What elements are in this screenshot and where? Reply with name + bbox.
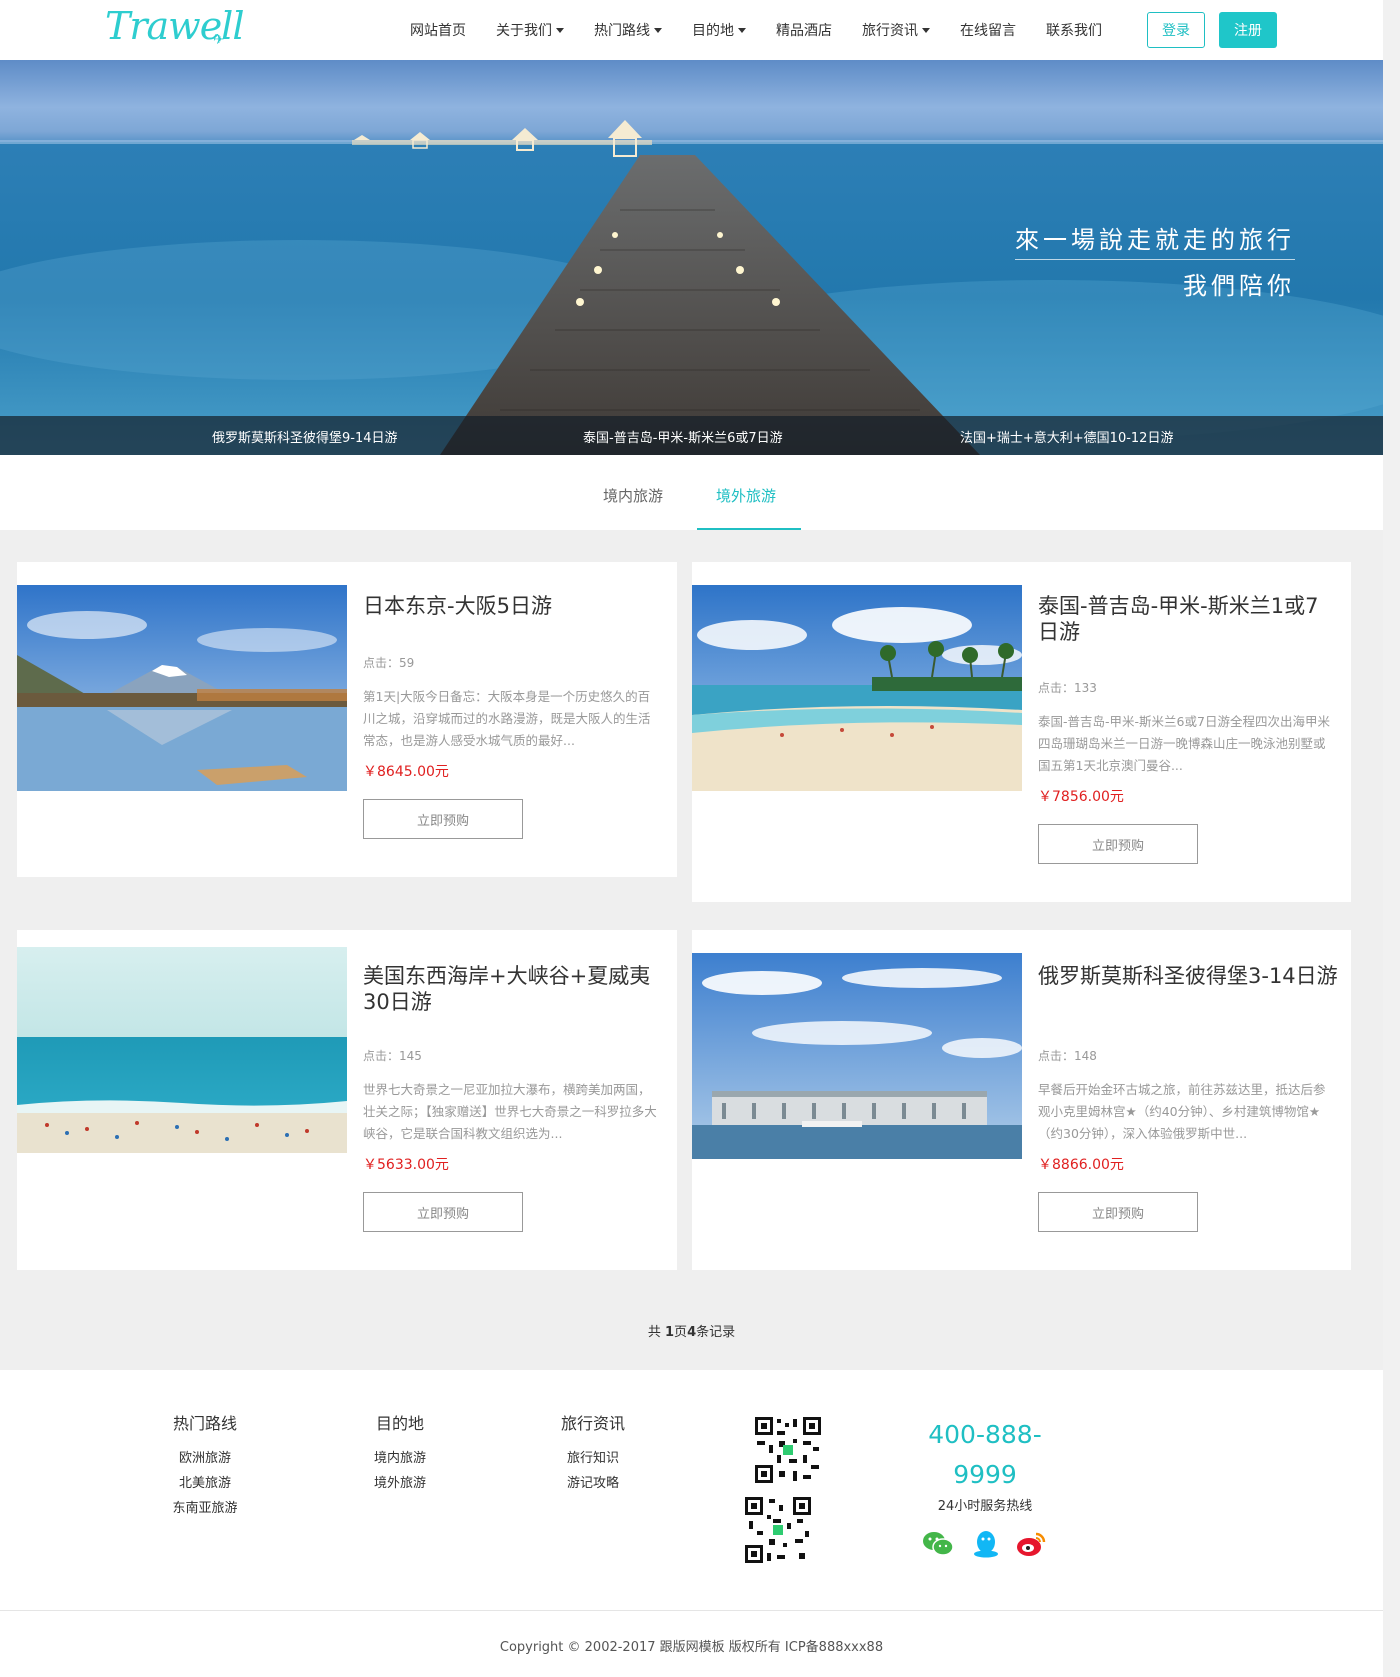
book-now-button[interactable]: 立即预购 <box>363 1192 523 1232</box>
tab-domestic-travel[interactable]: 境内旅游 <box>603 485 663 506</box>
category-tabs: 境内旅游 境外旅游 <box>0 455 1383 530</box>
product-title[interactable]: 日本东京-大阪5日游 <box>363 593 663 619</box>
copyright-text: Copyright © 2002-2017 跟版网模板 版权所有 ICP备888… <box>499 1640 884 1655</box>
product-card: 美国东西海岸+大峡谷+夏威夷30日游 点击：145 世界七大奇景之一尼亚加拉大瀑… <box>17 930 677 1270</box>
caret-down-icon <box>654 27 662 33</box>
register-button[interactable]: 注册 <box>1219 12 1277 48</box>
product-card: 泰国-普吉岛-甲米-斯米兰1或7日游 点击：133 泰国-普吉岛-甲米-斯米兰6… <box>692 562 1351 902</box>
product-clicks: 点击：145 <box>363 1049 422 1063</box>
page-scrollbar[interactable] <box>1383 0 1400 1677</box>
hero-caption-link[interactable]: 俄罗斯莫斯科圣彼得堡9-14日游 <box>212 427 398 446</box>
nav-label: 网站首页 <box>410 23 466 39</box>
product-title[interactable]: 美国东西海岸+大峡谷+夏威夷30日游 <box>363 963 663 1015</box>
product-description: 世界七大奇景之一尼亚加拉大瀑布，横跨美加两国，壮关之际；【独家赠送】世界七大奇景… <box>363 1082 657 1141</box>
nav-item-hotels[interactable]: 精品酒店 <box>776 20 832 40</box>
product-clicks: 点击：59 <box>363 656 415 670</box>
product-title[interactable]: 泰国-普吉岛-甲米-斯米兰1或7日游 <box>1038 593 1338 645</box>
site-footer: 热门路线 欧洲旅游 北美旅游 东南亚旅游 目的地 境内旅游 境外旅游 旅行资讯 … <box>0 1370 1383 1610</box>
nav-label: 旅行资讯 <box>862 23 918 39</box>
qq-icon[interactable] <box>970 1530 1002 1558</box>
product-card: 日本东京-大阪5日游 点击：59 第1天|大阪今日备忘：大阪本身是一个历史悠久的… <box>17 562 677 877</box>
weibo-icon[interactable] <box>1016 1530 1048 1558</box>
footer-link[interactable]: 东南亚旅游 <box>160 1496 250 1521</box>
product-price: ￥5633.00元 <box>363 1157 449 1173</box>
pager-record-count: 4 <box>687 1325 697 1340</box>
nav-label: 关于我们 <box>496 23 552 39</box>
tab-overseas-travel[interactable]: 境外旅游 <box>716 485 776 506</box>
nav-item-messages[interactable]: 在线留言 <box>960 20 1016 40</box>
nav-item-contact[interactable]: 联系我们 <box>1046 20 1102 40</box>
nav-label: 在线留言 <box>960 23 1016 39</box>
pager-page-count: 1 <box>665 1325 675 1340</box>
footer-column-destinations: 目的地 境内旅游 境外旅游 <box>355 1410 445 1496</box>
product-image-beach[interactable] <box>692 585 1022 791</box>
hero-caption-link[interactable]: 泰国-普吉岛-甲米-斯米兰6或7日游 <box>583 427 783 446</box>
book-now-button[interactable]: 立即预购 <box>1038 824 1198 864</box>
pagination-summary: 共 1页4条记录 <box>0 1321 1383 1340</box>
nav-item-destinations[interactable]: 目的地 <box>692 20 746 40</box>
main-nav: 网站首页 关于我们 热门路线 目的地 精品酒店 旅行资讯 在线留言 联系我们 <box>410 0 1132 60</box>
footer-column-title: 目的地 <box>375 1414 424 1433</box>
nav-item-routes[interactable]: 热门路线 <box>594 20 662 40</box>
wechat-icon[interactable] <box>922 1530 954 1558</box>
pager-suffix: 条记录 <box>696 1325 736 1340</box>
product-clicks: 点击：133 <box>1038 681 1097 695</box>
nav-item-about[interactable]: 关于我们 <box>496 20 564 40</box>
product-image-fuji[interactable] <box>17 585 347 791</box>
product-card: 俄罗斯莫斯科圣彼得堡3-14日游 点击：148 早餐后开始金环古城之旅，前往苏兹… <box>692 930 1351 1270</box>
product-price: ￥7856.00元 <box>1038 789 1124 805</box>
airplane-icon: ✈ <box>213 32 225 48</box>
hero-slogan-line2: 我們陪你 <box>1183 272 1295 300</box>
product-clicks: 点击：148 <box>1038 1049 1097 1063</box>
site-header: Trawell ✈ 网站首页 关于我们 热门路线 目的地 精品酒店 旅行资讯 在… <box>0 0 1383 60</box>
product-price: ￥8866.00元 <box>1038 1157 1124 1173</box>
caret-down-icon <box>556 27 564 33</box>
login-button[interactable]: 登录 <box>1147 12 1205 48</box>
hero-slogan-line1: 來一場說走就走的旅行 <box>1015 220 1295 260</box>
nav-item-news[interactable]: 旅行资讯 <box>862 20 930 40</box>
product-image-palace[interactable] <box>692 953 1022 1159</box>
pager-mid: 页 <box>674 1325 688 1340</box>
footer-column-routes: 热门路线 欧洲旅游 北美旅游 东南亚旅游 <box>160 1410 250 1521</box>
footer-column-title: 热门路线 <box>172 1414 237 1433</box>
footer-link[interactable]: 北美旅游 <box>160 1471 250 1496</box>
qr-code-icon <box>753 1415 823 1485</box>
product-description: 早餐后开始金环古城之旅，前往苏兹达里，抵达后参观小克里姆林宫★（约40分钟）、乡… <box>1038 1082 1326 1141</box>
product-list-section: 日本东京-大阪5日游 点击：59 第1天|大阪今日备忘：大阪本身是一个历史悠久的… <box>0 530 1383 1370</box>
site-logo[interactable]: Trawell ✈ <box>105 4 244 56</box>
footer-link[interactable]: 欧洲旅游 <box>160 1446 250 1471</box>
product-title[interactable]: 俄罗斯莫斯科圣彼得堡3-14日游 <box>1038 963 1338 989</box>
nav-label: 联系我们 <box>1046 23 1102 39</box>
hero-slogan: 來一場說走就走的旅行 我們陪你 <box>1015 220 1295 301</box>
book-now-button[interactable]: 立即预购 <box>363 799 523 839</box>
product-description: 泰国-普吉岛-甲米-斯米兰6或7日游全程四次出海甲米四岛珊瑚岛米兰一日游一晚博森… <box>1038 714 1330 773</box>
footer-link[interactable]: 游记攻略 <box>548 1471 638 1496</box>
hotline-line1: 400-888- <box>928 1420 1042 1449</box>
caret-down-icon <box>922 27 930 33</box>
hero-banner[interactable]: 來一場說走就走的旅行 我們陪你 俄罗斯莫斯科圣彼得堡9-14日游 泰国-普吉岛-… <box>0 60 1383 455</box>
product-image-ocean[interactable] <box>17 947 347 1153</box>
book-now-button[interactable]: 立即预购 <box>1038 1192 1198 1232</box>
footer-link[interactable]: 旅行知识 <box>548 1446 638 1471</box>
nav-label: 热门路线 <box>594 23 650 39</box>
qr-code-icon <box>743 1495 813 1565</box>
nav-label: 精品酒店 <box>776 23 832 39</box>
hero-caption-link[interactable]: 法国+瑞士+意大利+德国10-12日游 <box>960 427 1173 446</box>
product-description: 第1天|大阪今日备忘：大阪本身是一个历史悠久的百川之城，沿穿城而过的水路漫游，既… <box>363 689 651 748</box>
footer-link[interactable]: 境内旅游 <box>355 1446 445 1471</box>
pager-prefix: 共 <box>647 1325 665 1340</box>
footer-link[interactable]: 境外旅游 <box>355 1471 445 1496</box>
product-price: ￥8645.00元 <box>363 764 449 780</box>
footer-column-news: 旅行资讯 旅行知识 游记攻略 <box>548 1410 638 1496</box>
hotline-line2: 9999 <box>953 1460 1017 1489</box>
hotline-number: 400-888- 9999 <box>920 1415 1050 1495</box>
hotline-caption: 24小时服务热线 <box>937 1499 1033 1514</box>
footer-column-title: 旅行资讯 <box>560 1414 625 1433</box>
footer-divider <box>0 1610 1383 1611</box>
nav-item-home[interactable]: 网站首页 <box>410 20 466 40</box>
caret-down-icon <box>738 27 746 33</box>
nav-label: 目的地 <box>692 23 734 39</box>
